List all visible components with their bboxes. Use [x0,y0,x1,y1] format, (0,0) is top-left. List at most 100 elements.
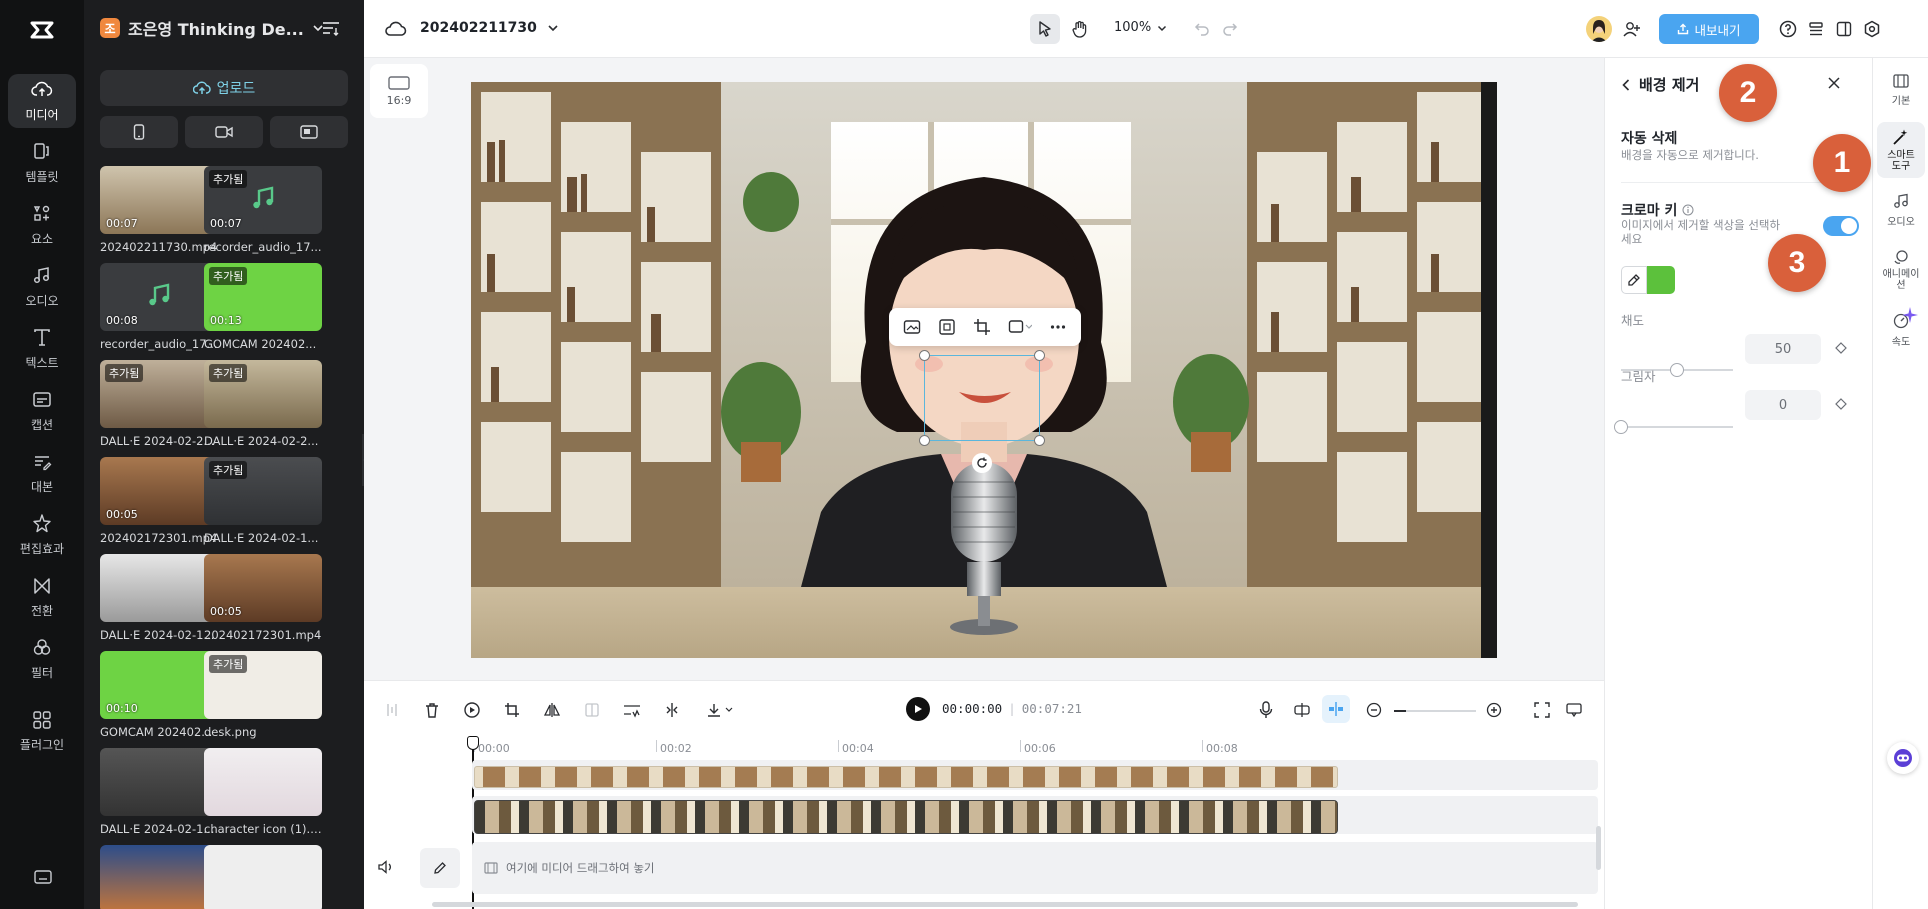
project-title[interactable]: 202402211730 [420,20,559,36]
rail-item-effects[interactable]: 편집효과 [8,508,76,562]
shadow-slider[interactable] [1614,420,1733,434]
help-icon[interactable] [1776,17,1800,41]
media-thumbnail[interactable]: 00:07 [100,166,218,234]
resize-handle[interactable] [919,435,930,446]
media-thumbnail[interactable]: 추가됨 [204,651,322,719]
add-collaborator-icon[interactable] [1620,17,1644,41]
project-switcher[interactable]: 조 조은영 Thinking De... [100,16,324,40]
tab-smart-tools[interactable]: 스마트 도구 [1877,122,1925,178]
rail-item-text[interactable]: 텍스트 [8,322,76,376]
magnet-snap-icon[interactable] [1292,700,1312,720]
track-volume-icon[interactable] [378,860,394,874]
timeline-zoom-slider[interactable] [1394,710,1476,712]
split-icon[interactable] [382,700,402,720]
crop-icon[interactable] [973,318,991,336]
media-thumbnail[interactable]: 추가됨 00:07 [204,166,322,234]
media-thumbnail[interactable] [100,748,218,816]
resize-handle[interactable] [919,350,930,361]
media-thumbnail[interactable]: 00:05 [204,554,322,622]
export-button[interactable]: 내보내기 [1659,14,1759,44]
rail-item-script[interactable]: 대본 [8,446,76,500]
download-dropdown-icon[interactable] [704,700,738,720]
replace-media-icon[interactable] [1008,318,1032,336]
keyboard-icon[interactable] [34,870,52,884]
sort-menu-icon[interactable] [322,20,340,36]
undo-icon[interactable] [1190,17,1214,41]
horizontal-scrollbar[interactable] [432,902,1578,907]
more-options-icon[interactable] [1049,318,1067,336]
cloud-sync-icon[interactable] [384,17,408,41]
vertical-scrollbar[interactable] [1596,826,1601,870]
capcut-logo[interactable] [26,14,58,46]
settings-gear-icon[interactable] [1860,17,1884,41]
chroma-key-toggle[interactable] [1823,216,1859,236]
back-button[interactable]: 배경 제거 [1621,74,1699,95]
shadow-keyframe-icon[interactable] [1835,398,1847,410]
redo-icon[interactable] [1218,17,1242,41]
user-avatar[interactable] [1586,16,1612,42]
rail-item-cloud-upload[interactable]: 미디어 [8,74,76,128]
tab-audio[interactable]: 오디오 [1877,182,1925,238]
phone-upload-button[interactable] [100,116,178,148]
delete-icon[interactable] [422,700,442,720]
play-button[interactable] [906,697,930,721]
media-thumbnail[interactable]: 추가됨 [204,457,322,525]
record-camera-button[interactable] [185,116,263,148]
rail-item-caption[interactable]: 캡션 [8,384,76,438]
zoom-dropdown[interactable]: 100% [1114,20,1167,35]
rail-item-music[interactable]: 오디오 [8,260,76,314]
media-thumbnail[interactable]: 추가됨 [204,360,322,428]
freeze-frame-icon[interactable] [462,700,482,720]
saturation-value-input[interactable]: 50 [1745,334,1821,364]
aspect-ratio-button[interactable]: 16:9 [370,64,428,118]
shadow-slider-knob[interactable] [1614,420,1628,434]
resize-handle[interactable] [1034,350,1045,361]
assistant-bot-icon[interactable] [1887,742,1919,774]
zoom-out-icon[interactable] [1364,700,1384,720]
resize-handle[interactable] [1034,435,1045,446]
media-thumbnail[interactable] [204,845,322,909]
media-thumbnail[interactable] [100,845,218,909]
microphone-icon[interactable] [1256,700,1276,720]
selection-box[interactable] [919,350,1045,473]
video-preview[interactable] [471,82,1497,658]
link-tracks-button[interactable] [1322,695,1350,723]
upload-button[interactable]: 업로드 [100,70,348,106]
trim-icon[interactable] [662,700,682,720]
layers-icon[interactable] [1804,17,1828,41]
media-thumbnail[interactable] [100,554,218,622]
tab-basic[interactable]: 기본 [1877,62,1925,118]
crop-icon[interactable] [502,700,522,720]
frame-select-icon[interactable] [938,318,956,336]
feedback-icon[interactable] [1564,700,1584,720]
audio-wave-edit-icon[interactable] [622,700,642,720]
hand-tool-icon[interactable] [1068,17,1092,41]
rotate-handle-icon[interactable] [972,453,992,473]
info-icon[interactable] [1682,204,1694,216]
rail-item-transition[interactable]: 전환 [8,570,76,624]
playhead-handle[interactable] [467,736,479,750]
split-screen-icon[interactable] [582,700,602,720]
select-tool-button[interactable] [1030,14,1060,44]
media-thumbnail[interactable]: 00:10 [100,651,218,719]
zoom-in-icon[interactable] [1484,700,1504,720]
rail-item-template[interactable]: 템플릿 [8,136,76,190]
rail-item-filter[interactable]: 필터 [8,632,76,686]
key-color-swatch[interactable] [1647,266,1675,294]
media-thumbnail[interactable]: 추가됨 00:13 [204,263,322,331]
main-video-clip[interactable] [474,800,1338,834]
close-icon[interactable] [1827,76,1841,90]
color-picker-eyedropper[interactable] [1621,266,1647,294]
desk-clip[interactable] [474,766,1338,788]
record-screen-button[interactable] [270,116,348,148]
edit-track-button[interactable] [420,848,460,888]
media-thumbnail[interactable]: 추가됨 [100,360,218,428]
media-drop-zone[interactable]: 여기에 미디어 드래그하여 놓기 [472,842,1598,894]
shadow-value-input[interactable]: 0 [1745,390,1821,420]
media-thumbnail[interactable] [204,748,322,816]
mirror-flip-icon[interactable] [542,700,562,720]
rail-item-elements[interactable]: 요소 [8,198,76,252]
media-thumbnail[interactable]: 00:05 [100,457,218,525]
rail-item-plugin[interactable]: 플러그인 [8,704,76,758]
media-thumbnail[interactable]: 00:08 [100,263,218,331]
